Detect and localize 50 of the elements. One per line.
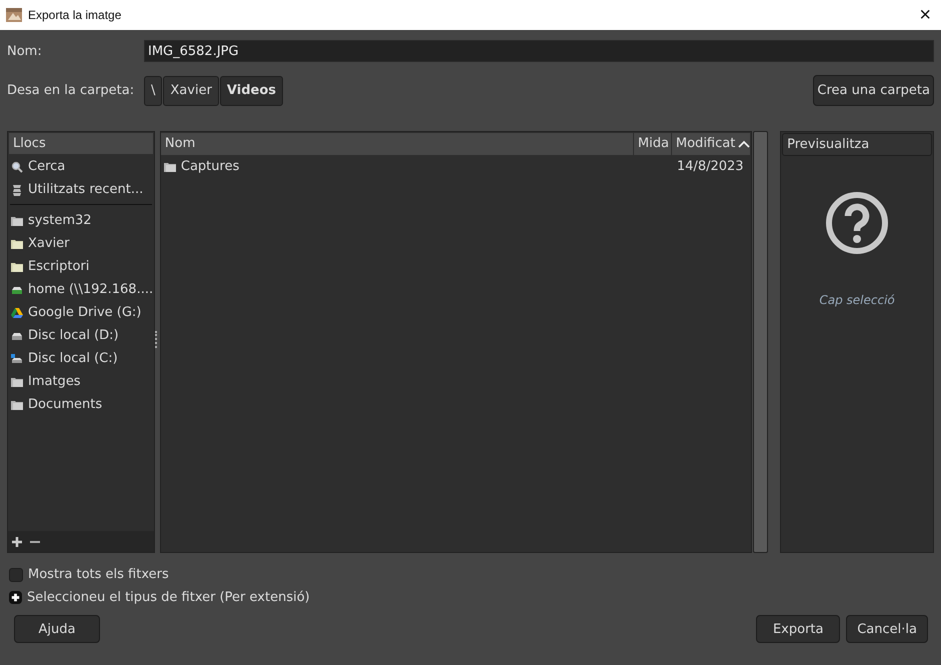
checkbox[interactable] [9, 568, 23, 582]
cancel-button[interactable]: Cancel·la [846, 615, 928, 643]
place-item[interactable]: Documents [8, 393, 154, 416]
path-button[interactable]: Videos [220, 76, 284, 106]
scrollbar[interactable] [753, 131, 768, 553]
app-icon [6, 8, 22, 22]
preview-header: Previsualitza [782, 133, 932, 156]
triangle-logo-icon [11, 306, 23, 318]
help-button[interactable]: Ajuda [14, 615, 100, 643]
close-button[interactable]: × [909, 5, 941, 25]
path-button[interactable]: \ [144, 76, 162, 106]
folder-icon [11, 214, 23, 226]
expander-label[interactable]: Seleccioneu el tipus de fitxer (Per extensió) [27, 590, 310, 605]
sort-up-icon [738, 140, 750, 148]
question-icon [825, 191, 890, 255]
column-header[interactable]: Mida [634, 133, 671, 155]
window-title: Exporta la imatge [28, 8, 122, 22]
folder-icon [11, 238, 23, 250]
name-field[interactable]: IMG_6582.JPG [144, 40, 934, 62]
file-name[interactable]: Captures [180, 159, 240, 174]
place-item[interactable]: Escriptori [8, 255, 154, 278]
place-item[interactable]: Imatges [8, 370, 154, 393]
create-folder-button[interactable]: Crea una carpeta [813, 75, 934, 106]
place-item[interactable]: Google Drive (G:) [8, 301, 154, 324]
folder-icon [164, 160, 176, 172]
place-item[interactable]: home (\\192.168.... [8, 278, 154, 301]
place-item[interactable]: Cerca [8, 155, 154, 178]
folder-icon [11, 376, 23, 388]
folder-icon [11, 260, 23, 272]
folder-icon [11, 398, 23, 410]
column-header[interactable]: Nom [160, 133, 633, 155]
folder-label: Desa en la carpeta: [7, 83, 136, 98]
place-item[interactable]: Utilitzats recent... [8, 178, 154, 201]
name-label: Nom: [7, 44, 43, 58]
place-item[interactable]: Disc local (C:) [8, 347, 154, 370]
expand-icon[interactable] [9, 591, 22, 604]
add-icon[interactable] [12, 536, 22, 546]
place-item[interactable]: Xavier [8, 232, 154, 255]
drive-icon [11, 352, 23, 364]
stack-icon [11, 184, 23, 196]
preview-message: Cap selecció [819, 293, 895, 307]
checkbox-label[interactable]: Mostra tots els fitxers [28, 567, 169, 582]
column-header[interactable]: Modificat [672, 133, 750, 155]
file-date: 14/8/2023 [676, 159, 744, 174]
path-button[interactable]: Xavier [163, 76, 219, 106]
export-button[interactable]: Exporta [756, 615, 840, 643]
places-header: Llocs [9, 133, 153, 154]
place-item[interactable]: system32 [8, 209, 154, 232]
search-icon [11, 160, 23, 172]
place-item[interactable]: Disc local (D:) [8, 324, 154, 347]
